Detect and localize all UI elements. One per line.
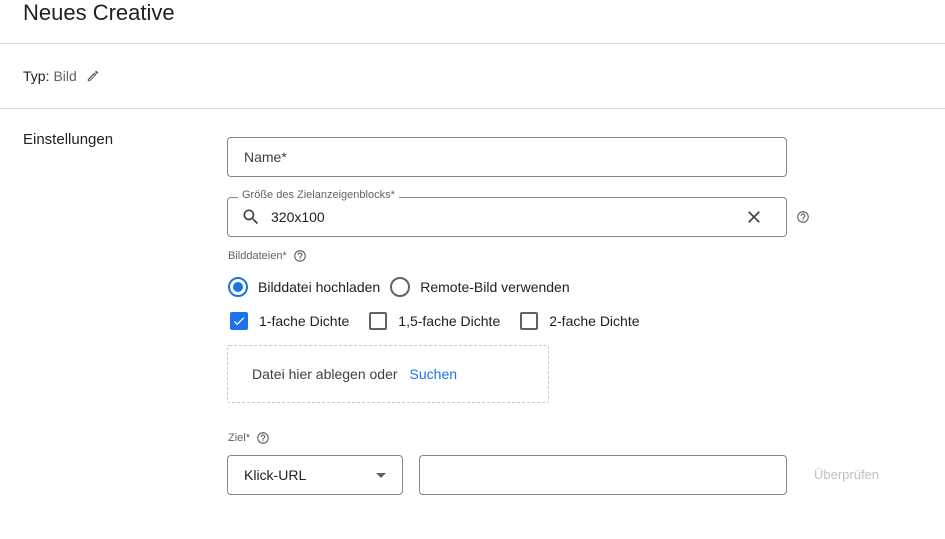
help-icon[interactable] <box>796 210 810 224</box>
checkbox-2x-density-label[interactable]: 2-fache Dichte <box>549 313 639 329</box>
close-icon[interactable] <box>744 207 764 227</box>
target-label: Ziel* <box>228 432 251 444</box>
type-label: Typ: <box>23 68 50 84</box>
radio-upload-image-label[interactable]: Bilddatei hochladen <box>258 279 380 295</box>
dropzone-text: Datei hier ablegen oder <box>252 366 398 382</box>
density-checkbox-group: 1-fache Dichte 1,5-fache Dichte 2-fache … <box>230 312 660 330</box>
target-label-row: Ziel* <box>228 431 270 445</box>
page-title: Neues Creative <box>23 0 175 25</box>
checkbox-1x-density[interactable] <box>230 312 248 330</box>
radio-upload-image[interactable] <box>228 277 248 297</box>
verify-button[interactable]: Überprüfen <box>814 467 879 482</box>
ad-unit-size-field[interactable]: Größe des Zielanzeigenblocks* 320x100 <box>227 189 787 237</box>
checkbox-2x-density[interactable] <box>520 312 539 330</box>
help-icon[interactable] <box>293 249 307 263</box>
target-type-value[interactable]: Klick-URL <box>244 467 376 483</box>
pencil-icon[interactable] <box>86 69 100 83</box>
image-files-label: Bilddateien* <box>228 250 287 262</box>
checkbox-1-5x-density-label[interactable]: 1,5-fache Dichte <box>398 313 500 329</box>
browse-link[interactable]: Suchen <box>410 366 457 382</box>
new-creative-page: Neues Creative Typ: Bild Einstellungen G… <box>0 0 945 539</box>
chevron-down-icon[interactable] <box>376 472 386 478</box>
name-field[interactable] <box>227 137 787 177</box>
header-divider <box>0 43 945 44</box>
radio-remote-image[interactable] <box>390 277 411 297</box>
checkmark-icon <box>233 317 245 326</box>
settings-section-title: Einstellungen <box>23 131 114 148</box>
ad-unit-size-value[interactable]: 320x100 <box>271 209 744 225</box>
type-divider <box>0 108 945 109</box>
checkbox-1x-density-label[interactable]: 1-fache Dichte <box>259 313 349 329</box>
image-files-label-row: Bilddateien* <box>228 249 307 263</box>
click-url-input[interactable] <box>420 456 786 494</box>
radio-remote-image-label[interactable]: Remote-Bild verwenden <box>420 279 569 295</box>
name-input[interactable] <box>228 138 786 176</box>
help-icon[interactable] <box>256 431 270 445</box>
file-dropzone[interactable]: Datei hier ablegen oder Suchen <box>227 345 549 403</box>
type-value: Bild <box>53 68 77 84</box>
search-icon <box>241 207 261 227</box>
upload-mode-radio-group: Bilddatei hochladen Remote-Bild verwende… <box>228 277 580 297</box>
target-type-select[interactable]: Klick-URL <box>227 455 403 495</box>
ad-unit-size-label: Größe des Zielanzeigenblocks* <box>238 189 399 201</box>
checkbox-1-5x-density[interactable] <box>369 312 388 330</box>
click-url-field[interactable] <box>419 455 787 495</box>
type-row: Typ: Bild <box>23 67 100 85</box>
